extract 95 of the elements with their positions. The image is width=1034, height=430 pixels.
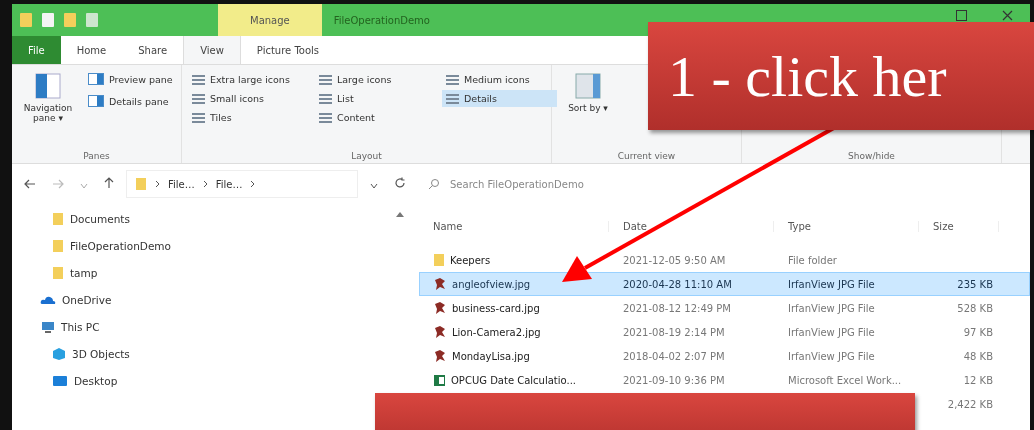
file-row[interactable]: angleofview.jpg 2020-04-28 11:10 AM IrfanView JPG File 235 KB [419,272,1030,296]
file-size: 12 KB [962,374,994,386]
file-type: IrfanView JPG File [787,326,876,338]
file-date: 2021-08-19 2:14 PM [622,326,726,338]
ribbon-tab[interactable]: View [183,36,241,64]
file-type: File folder [787,254,838,266]
nav-item[interactable]: OneDrive [40,289,389,310]
file-name: Keepers [419,253,609,267]
folder-icon [135,177,147,191]
layout-option[interactable]: Medium icons [442,71,557,88]
view-icon [446,74,459,85]
view-icon [319,74,332,85]
file-menu-button[interactable]: File [12,36,61,64]
pane-icon [35,73,61,99]
nav-item[interactable]: Desktop [40,370,389,391]
image-file-icon [433,277,447,291]
scroll-up-icon[interactable] [396,212,404,217]
file-size: 48 KB [962,350,994,362]
layout-option[interactable]: Details [442,90,557,107]
pane-icon [88,73,104,85]
column-header[interactable]: Size [919,220,999,232]
folder-icon [52,265,64,280]
image-file-icon [433,301,447,315]
chevron-icon [250,180,256,188]
file-date: 2021-12-05 9:50 AM [622,254,727,266]
desktop-icon [52,374,68,387]
view-icon [192,74,205,85]
column-header[interactable]: Date [609,220,774,232]
file-name: OPCUG Date Calculatio... [419,373,609,387]
folder-icon [433,253,445,267]
file-date: 2021-09-10 9:36 PM [622,374,726,386]
file-type: IrfanView JPG File [787,350,876,362]
breadcrumb[interactable]: File… [215,178,243,190]
view-icon [446,93,459,104]
close-icon[interactable] [1001,9,1013,21]
search-icon [428,178,440,190]
chevron-icon [155,180,160,188]
column-header[interactable]: Type [774,220,919,232]
view-icon [192,112,205,123]
folder-icon [52,211,64,226]
spreadsheet-icon [433,373,446,387]
details-pane-button[interactable]: Details pane [86,93,175,109]
search-field[interactable]: Search FileOperationDemo [448,177,1012,191]
chevron-icon [202,180,208,188]
cube-icon [52,346,66,361]
navigation-pane-button[interactable]: Navigation pane ▾ [18,71,78,151]
layout-option[interactable]: List [315,90,430,107]
file-size: 2,422 KB [946,398,994,410]
nav-item[interactable]: tamp [40,262,389,283]
file-name: angleofview.jpg [419,277,609,291]
table-icon [575,73,601,99]
file-type: IrfanView JPG File [787,302,876,314]
nav-item[interactable]: FileOperationDemo [40,235,389,256]
file-name: business-card.jpg [419,301,609,315]
layout-option[interactable]: Large icons [315,71,430,88]
group-label: Panes [83,151,110,161]
sort-by-button[interactable]: Sort by ▾ [558,71,618,151]
image-file-icon [433,349,447,363]
nav-item[interactable]: 3D Objects [40,343,389,364]
layout-option[interactable]: Extra large icons [188,71,303,88]
pane-icon [88,95,104,107]
callout-banner: 1 - click her [648,22,1034,130]
context-tab-label[interactable]: Manage [218,4,322,36]
file-size: 97 KB [962,326,994,338]
layout-option[interactable]: Small icons [188,90,303,107]
preview-pane-button[interactable]: Preview pane [86,71,175,87]
file-date: 2021-08-12 12:49 PM [622,302,732,314]
file-name: Lion-Camera2.jpg [419,325,609,339]
file-type: Microsoft Excel Work... [787,374,903,386]
image-file-icon [433,325,447,339]
maximize-icon[interactable] [955,9,967,21]
folder-icon [52,238,64,253]
nav-item[interactable]: Documents [40,208,389,229]
group-label: Show/hide [848,151,895,161]
file-size: 528 KB [956,302,994,314]
group-label: Layout [351,151,382,161]
window-title: FileOperationDemo [332,13,431,28]
nav-item[interactable]: This PC [40,316,389,337]
view-icon [319,93,332,104]
cloud-icon [40,294,56,305]
file-date: 2020-04-28 11:10 AM [622,278,733,290]
address-bar[interactable]: File… File… [126,170,358,198]
layout-option[interactable]: Content [315,109,430,126]
view-icon [192,93,205,104]
layout-option[interactable]: Tiles [188,109,303,126]
file-name: MondayLisa.jpg [419,349,609,363]
breadcrumb[interactable]: File… [168,178,195,190]
group-label: Current view [617,151,676,161]
view-icon [319,112,332,123]
file-size: 235 KB [956,278,994,290]
column-header[interactable]: Name [419,220,609,232]
computer-icon [40,320,55,333]
file-type: IrfanView JPG File [787,278,876,290]
caret-icon[interactable] [370,182,378,189]
file-date: 2018-04-02 2:07 PM [622,350,726,362]
